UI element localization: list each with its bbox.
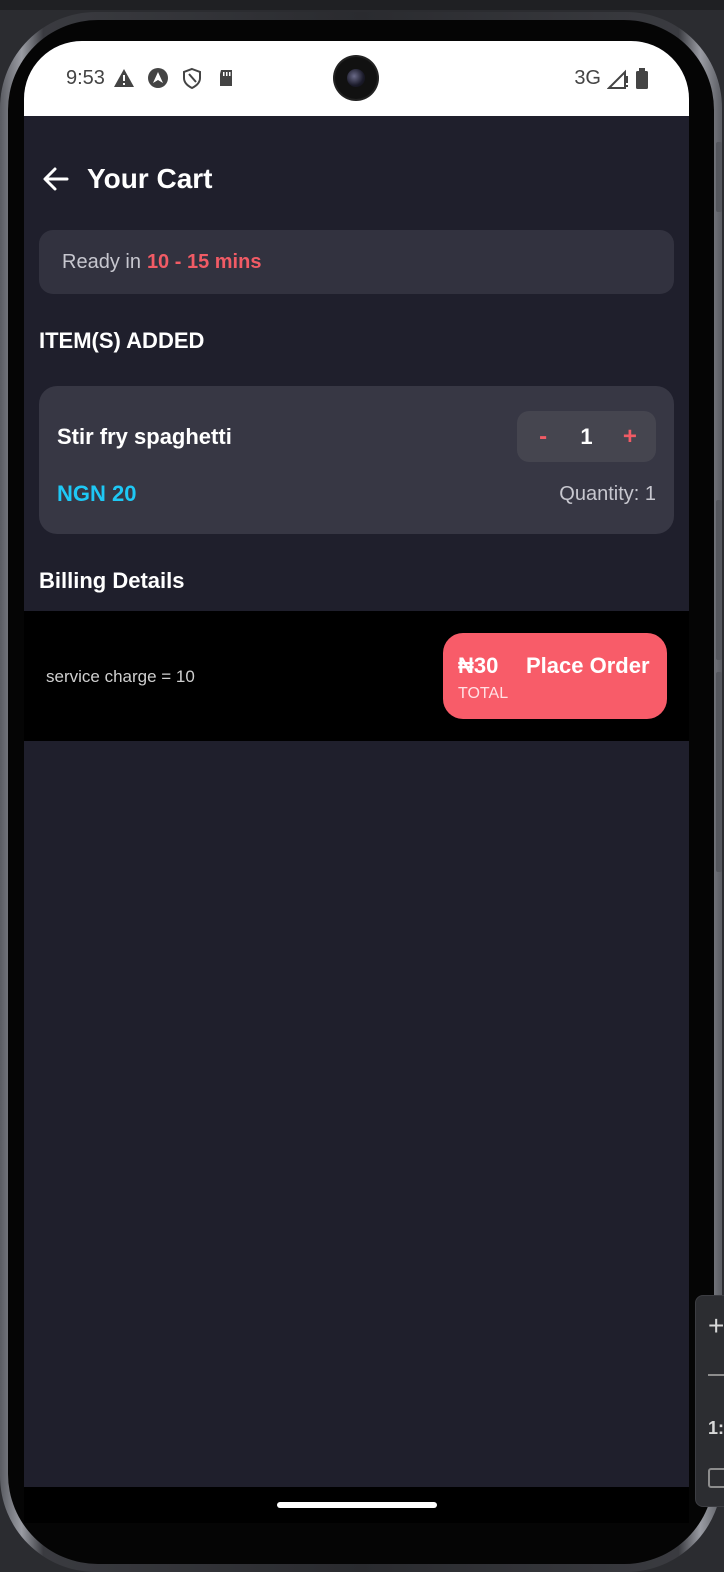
increment-button[interactable]: +	[615, 423, 645, 451]
decrement-button[interactable]: -	[528, 423, 558, 451]
arrow-left-icon	[43, 167, 69, 191]
item-price: NGN 20	[57, 481, 137, 506]
page-title: Your Cart	[87, 163, 213, 194]
quantity-value: 1	[580, 423, 593, 449]
billing-section-title: Billing Details	[39, 568, 185, 593]
total-label: TOTAL	[458, 685, 509, 702]
place-order-button[interactable]: ₦30 Place Order TOTAL	[443, 633, 667, 719]
checkout-bar: service charge = 10 ₦30 Place Order TOTA…	[24, 611, 689, 741]
zoom-ratio-label[interactable]: 1:	[708, 1418, 724, 1439]
power-button	[716, 142, 722, 212]
signal-icon	[607, 69, 628, 89]
volume-button-lower	[716, 672, 722, 872]
ready-prefix: Ready in	[62, 250, 141, 273]
quantity-stepper: - 1 +	[517, 411, 656, 462]
place-order-label: Place Order	[526, 653, 650, 678]
fit-screen-icon[interactable]	[708, 1468, 724, 1488]
camera-cutout	[335, 57, 377, 99]
ready-notice: Ready in 10 - 15 mins	[39, 230, 674, 294]
service-charge: service charge = 10	[46, 667, 195, 686]
shield-icon	[183, 67, 201, 89]
zoom-in-icon[interactable]: +	[708, 1310, 724, 1342]
item-quantity-label: Quantity: 1	[559, 483, 656, 505]
header: Your Cart	[41, 163, 213, 195]
sd-card-icon	[220, 70, 232, 86]
cart-item-card: Stir fry spaghetti - 1 + NGN 20 Quantity…	[39, 386, 674, 534]
desktop-bar	[0, 0, 724, 10]
network-type: 3G	[574, 67, 601, 89]
volume-button	[716, 500, 722, 660]
ready-time: 10 - 15 mins	[146, 250, 262, 273]
app-screen: 9:53 3G Your Cart Ready in 10 - 15 mins …	[24, 41, 689, 1489]
status-icons-right: 3G	[574, 67, 649, 90]
back-button[interactable]	[41, 164, 71, 194]
item-name: Stir fry spaghetti	[57, 424, 232, 449]
warning-icon	[114, 69, 134, 87]
emulator-side-panel: + 1:	[695, 1295, 724, 1507]
navigation-icon	[148, 68, 168, 88]
status-bar: 9:53 3G	[24, 41, 689, 116]
battery-icon	[636, 67, 648, 89]
status-icons-left	[113, 67, 237, 89]
zoom-out-icon[interactable]	[708, 1374, 724, 1376]
items-section-title: ITEM(S) ADDED	[39, 328, 205, 353]
status-time: 9:53	[66, 67, 105, 89]
order-total: ₦30	[458, 653, 499, 678]
home-indicator[interactable]	[277, 1502, 437, 1508]
